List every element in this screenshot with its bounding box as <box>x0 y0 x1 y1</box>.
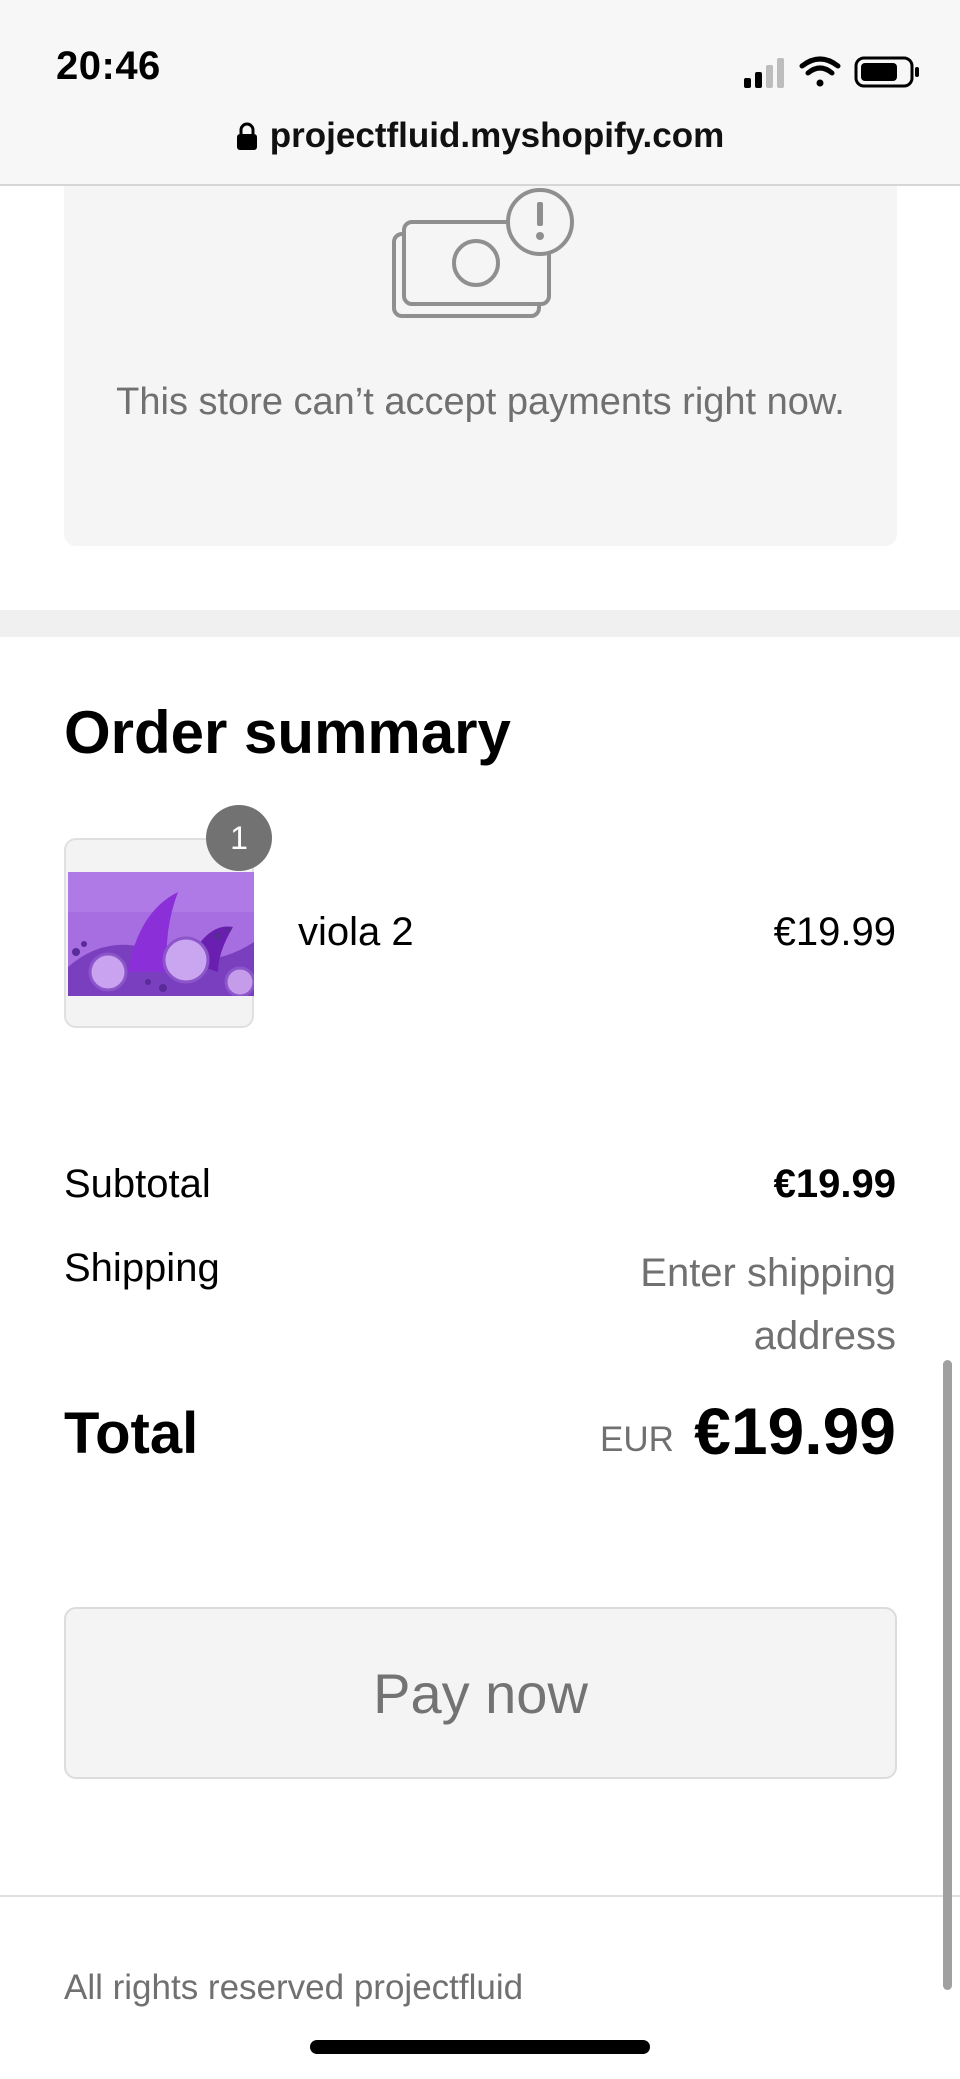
quantity-badge: 1 <box>206 805 272 871</box>
status-bar: 20:46 projectfluid.myshopify.com <box>0 0 960 186</box>
cellular-signal-icon <box>744 58 784 88</box>
url-text: projectfluid.myshopify.com <box>269 116 725 155</box>
order-summary-title: Order summary <box>64 699 511 766</box>
payment-unavailable-notice: This store can’t accept payments right n… <box>64 186 897 546</box>
home-indicator[interactable] <box>310 2040 650 2054</box>
product-name: viola 2 <box>298 910 414 954</box>
battery-icon <box>854 56 919 88</box>
product-image <box>68 872 254 996</box>
section-divider <box>0 610 960 637</box>
lock-icon <box>236 122 257 150</box>
total-currency: EUR <box>600 1420 674 1459</box>
wifi-icon <box>799 56 841 87</box>
footer-divider <box>0 1895 960 1897</box>
address-bar[interactable]: projectfluid.myshopify.com <box>0 116 960 156</box>
system-status-icons <box>744 56 919 88</box>
subtotal-label: Subtotal <box>64 1162 211 1206</box>
subtotal-value: €19.99 <box>773 1162 896 1206</box>
payment-unavailable-message: This store can’t accept payments right n… <box>116 381 845 423</box>
payment-unavailable-icon <box>392 188 574 318</box>
total-amount: €19.99 <box>694 1394 896 1468</box>
shipping-label: Shipping <box>64 1246 220 1290</box>
footer-copyright: All rights reserved projectfluid <box>64 1968 524 2007</box>
pay-now-button[interactable]: Pay now <box>64 1607 897 1779</box>
shipping-value: Enter shipping address <box>640 1251 896 1358</box>
product-price: €19.99 <box>773 910 896 954</box>
scrollbar[interactable] <box>943 1360 952 1990</box>
total-label: Total <box>64 1401 199 1466</box>
status-time: 20:46 <box>56 44 161 88</box>
